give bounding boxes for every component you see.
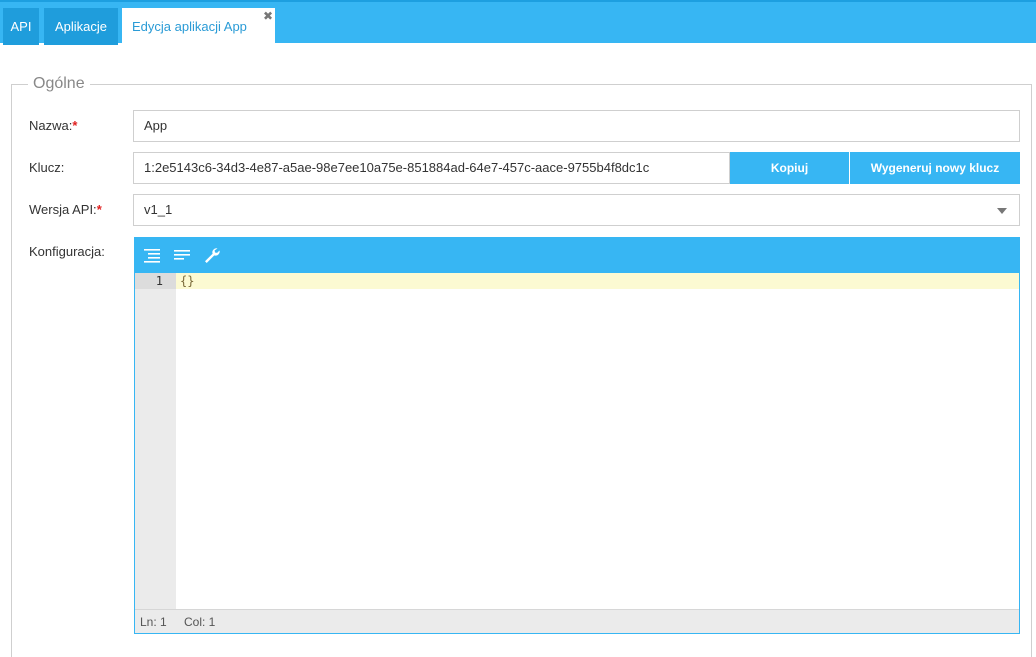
tab-api[interactable]: API: [3, 8, 39, 45]
copy-button[interactable]: Kopiuj: [730, 152, 849, 184]
status-col: Col: 1: [184, 615, 216, 629]
name-label: Nazwa:*: [29, 118, 78, 133]
tab-edit-app[interactable]: Edycja aplikacji App: [122, 8, 275, 45]
fieldset-legend: Ogólne: [28, 74, 90, 94]
regenerate-key-button[interactable]: Wygeneruj nowy klucz: [850, 152, 1020, 184]
line-number: 1: [155, 274, 163, 288]
name-input[interactable]: App: [133, 110, 1020, 142]
active-line: [135, 273, 1019, 289]
wrench-icon[interactable]: [203, 247, 221, 263]
required-marker: *: [96, 202, 102, 217]
chevron-down-icon[interactable]: [997, 208, 1007, 214]
config-label: Konfiguracja:: [29, 244, 105, 259]
key-label: Klucz:: [29, 160, 65, 175]
code-content[interactable]: {}: [180, 273, 194, 289]
editor-gutter: [135, 273, 176, 609]
api-version-select[interactable]: v1_1: [133, 194, 1020, 226]
key-input[interactable]: 1:2e5143c6-34d3-4e87-a5ae-98e7ee10a75e-8…: [133, 152, 730, 184]
config-editor[interactable]: 1 {} Ln: 1 Col: 1: [134, 237, 1020, 634]
format-indent-icon[interactable]: [143, 247, 161, 263]
tab-close-icon[interactable]: ✖: [263, 10, 273, 22]
required-marker: *: [72, 118, 78, 133]
status-line: Ln: 1: [140, 615, 167, 629]
tab-aplikacje[interactable]: Aplikacje: [44, 8, 118, 45]
editor-toolbar: [135, 238, 1019, 273]
align-left-icon[interactable]: [173, 247, 191, 263]
api-version-label: Wersja API:*: [29, 202, 102, 217]
editor-statusbar: Ln: 1 Col: 1: [135, 609, 1019, 633]
tab-bar: API Aplikacje Edycja aplikacji App ✖: [0, 0, 1036, 45]
